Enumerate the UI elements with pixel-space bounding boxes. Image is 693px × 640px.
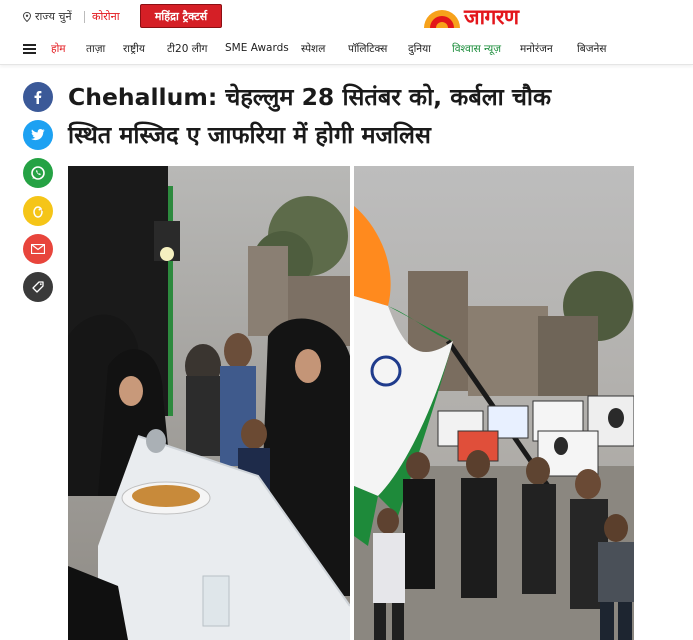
- divider: [84, 11, 85, 23]
- nav-item-entertainment[interactable]: मनोरंजन: [520, 42, 553, 56]
- nav-item-vishvas-news[interactable]: विश्वास न्यूज़: [452, 42, 501, 56]
- headline-line-1: Chehallum: चेहल्लुम 28 सितंबर को, कर्बला…: [68, 83, 552, 111]
- menu-icon[interactable]: [23, 44, 36, 54]
- share-twitter-button[interactable]: [23, 120, 53, 150]
- nav-item-world[interactable]: दुनिया: [408, 42, 431, 56]
- whatsapp-icon: [31, 166, 45, 180]
- share-link-button[interactable]: [23, 272, 53, 302]
- share-sidebar: [23, 82, 53, 310]
- headline-line-2: स्थित मस्जिद ए जाफरिया में होगी मजलिस: [68, 121, 431, 149]
- location-pin-icon: [22, 11, 32, 22]
- facebook-icon: [34, 91, 42, 104]
- nav-item-special[interactable]: स्पेशल: [301, 42, 325, 56]
- state-selector-label: राज्य चुनें: [35, 10, 72, 23]
- koo-icon: [33, 206, 44, 218]
- main-nav: होम ताज़ा राष्ट्रीय टी20 लीग SME Awards …: [0, 34, 693, 65]
- share-whatsapp-button[interactable]: [23, 158, 53, 188]
- article-headline: Chehallum: चेहल्लुम 28 सितंबर को, कर्बला…: [68, 78, 628, 154]
- promo-banner[interactable]: महिंद्रा ट्रैक्टर्स: [140, 4, 222, 28]
- article-photo-illustration: [68, 166, 634, 640]
- nav-item-business[interactable]: बिजनेस: [577, 42, 606, 56]
- logo-text: जागरण: [464, 5, 519, 29]
- corona-link[interactable]: कोरोना: [92, 9, 120, 24]
- article-image[interactable]: [68, 166, 634, 640]
- nav-item-national[interactable]: राष्ट्रीय: [123, 42, 145, 56]
- nav-item-sme-awards[interactable]: SME Awards: [225, 42, 289, 54]
- nav-item-t20-league[interactable]: टी20 लीग: [167, 42, 207, 56]
- link-icon: [32, 281, 44, 293]
- state-selector[interactable]: राज्य चुनें: [22, 9, 72, 24]
- twitter-icon: [31, 129, 45, 141]
- share-email-button[interactable]: [23, 234, 53, 264]
- logo-sun-icon: [424, 10, 460, 28]
- top-bar: राज्य चुनें कोरोना महिंद्रा ट्रैक्टर्स ज…: [0, 0, 693, 34]
- nav-item-politics[interactable]: पॉलिटिक्स: [348, 42, 387, 56]
- site-logo[interactable]: जागरण: [422, 3, 519, 31]
- nav-item-latest[interactable]: ताज़ा: [86, 42, 105, 56]
- email-icon: [31, 244, 45, 254]
- share-facebook-button[interactable]: [23, 82, 53, 112]
- nav-item-home[interactable]: होम: [51, 42, 66, 56]
- share-koo-button[interactable]: [23, 196, 53, 226]
